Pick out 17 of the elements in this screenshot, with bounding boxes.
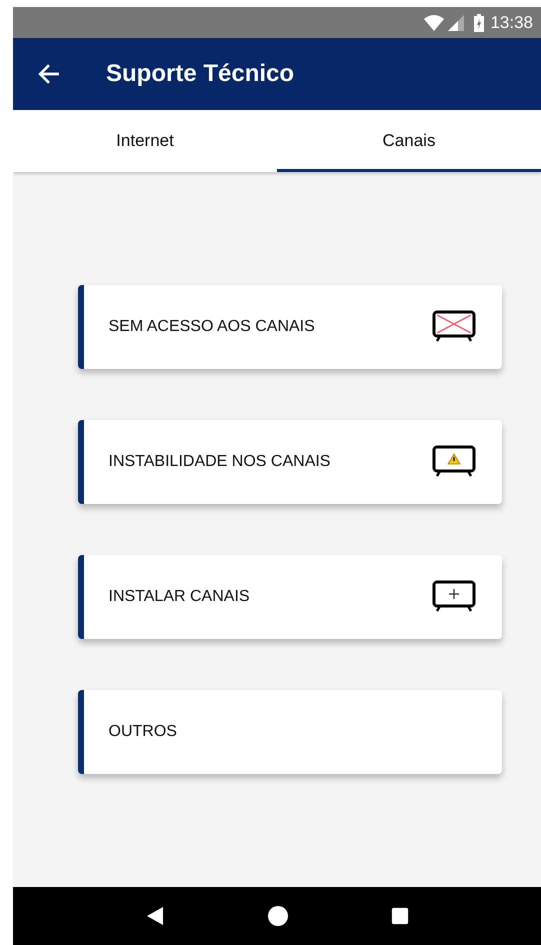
tv-plus-icon	[432, 580, 476, 614]
home-circle-icon[interactable]	[268, 906, 288, 926]
recents-square-icon[interactable]	[391, 907, 410, 925]
option-card[interactable]: SEM ACESSO AOS CANAIS	[78, 285, 502, 369]
option-card[interactable]: OUTROS	[78, 690, 502, 774]
clock-time: 13:38	[490, 12, 533, 32]
tv-warning-icon	[432, 445, 476, 479]
wifi-icon	[424, 14, 444, 30]
tab[interactable]: Internet	[13, 110, 277, 172]
option-card[interactable]: INSTALAR CANAIS	[78, 555, 502, 639]
back-triangle-icon[interactable]	[144, 906, 165, 926]
back-arrow-icon	[38, 63, 60, 85]
option-card[interactable]: INSTABILIDADE NOS CANAIS	[78, 420, 502, 504]
signal-icon	[448, 14, 464, 30]
tv-crossed-icon	[432, 310, 476, 344]
screen-title: Suporte Técnico	[106, 60, 294, 88]
battery-icon	[474, 14, 484, 32]
